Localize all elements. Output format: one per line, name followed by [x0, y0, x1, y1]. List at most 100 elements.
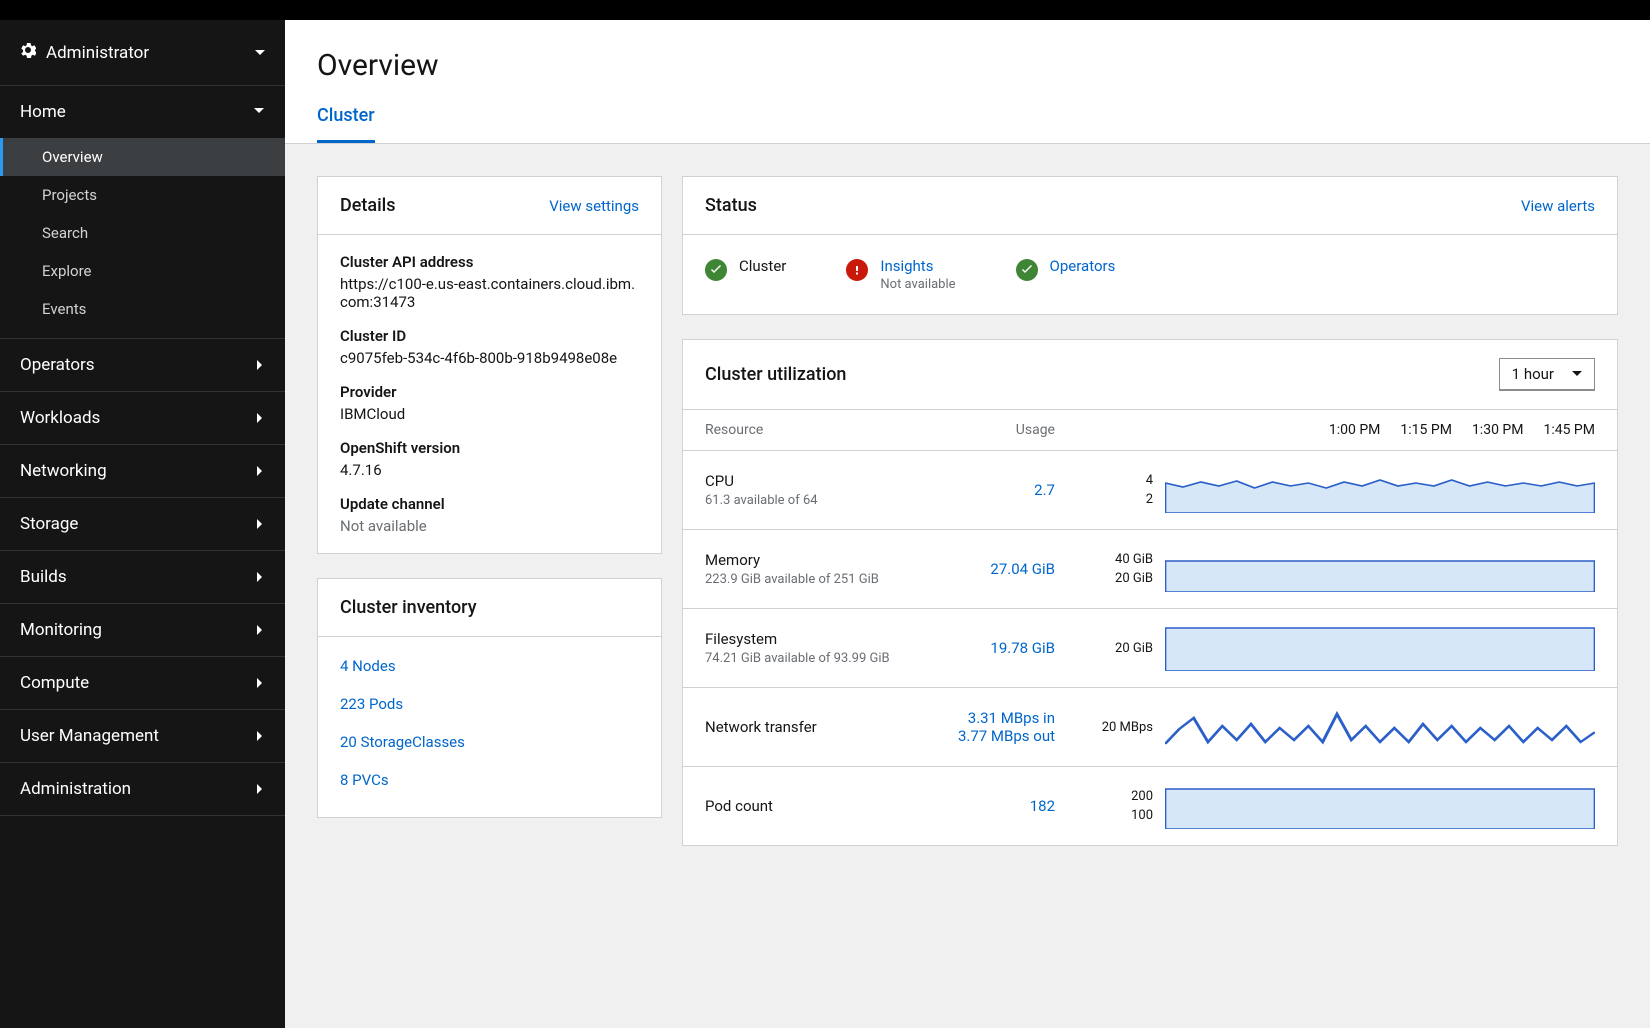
util-name: Memory	[705, 551, 955, 569]
col-usage: Usage	[955, 422, 1055, 438]
nav-section-label: Compute	[20, 673, 89, 693]
nav-item-overview[interactable]: Overview	[0, 138, 285, 176]
page-tabs: Cluster	[317, 105, 1618, 143]
status-label: Cluster	[739, 257, 786, 275]
detail-value: c9075feb-534c-4f6b-800b-918b9498e08e	[340, 349, 639, 367]
time-tick: 1:30 PM	[1472, 422, 1524, 438]
nav-section-label: Storage	[20, 514, 78, 534]
util-row-memory: Memory 223.9 GiB available of 251 GiB 27…	[683, 530, 1617, 609]
caret-down-icon	[255, 43, 265, 62]
time-tick: 1:00 PM	[1329, 422, 1381, 438]
util-row-cpu: CPU 61.3 available of 64 2.7 4 2	[683, 451, 1617, 530]
chevron-right-icon	[255, 408, 265, 428]
util-usage-memory[interactable]: 27.04 GiB	[955, 560, 1055, 578]
nav-section-label: User Management	[20, 726, 159, 746]
inventory-pods-link[interactable]: 223 Pods	[340, 685, 639, 723]
nav-item-projects[interactable]: Projects	[0, 176, 285, 214]
nav-section-user-management[interactable]: User Management	[0, 710, 285, 763]
nav-section-label: Workloads	[20, 408, 100, 428]
time-tick: 1:45 PM	[1543, 422, 1595, 438]
nav-section-storage[interactable]: Storage	[0, 498, 285, 551]
y-label: 100	[1131, 808, 1153, 823]
filesystem-sparkline	[1165, 625, 1595, 671]
util-row-podcount: Pod count 182 200 100	[683, 767, 1617, 845]
sidebar: Administrator Home Overview Projects Sea…	[0, 20, 285, 1028]
dropdown-label: 1 hour	[1512, 365, 1554, 383]
detail-label: Update channel	[340, 495, 639, 513]
nav-section-builds[interactable]: Builds	[0, 551, 285, 604]
chevron-right-icon	[255, 620, 265, 640]
chevron-right-icon	[255, 673, 265, 693]
details-card: Details View settings Cluster API addres…	[317, 176, 662, 554]
nav-section-networking[interactable]: Networking	[0, 445, 285, 498]
status-card: Status View alerts Cluster Insights	[682, 176, 1618, 315]
utilization-card: Cluster utilization 1 hour Resource Usag…	[682, 339, 1618, 846]
inventory-card: Cluster inventory 4 Nodes 223 Pods 20 St…	[317, 578, 662, 818]
util-sub: 61.3 available of 64	[705, 493, 955, 508]
detail-value: 4.7.16	[340, 461, 639, 479]
detail-label: Provider	[340, 383, 639, 401]
check-circle-icon	[705, 259, 727, 281]
time-range-dropdown[interactable]: 1 hour	[1499, 358, 1595, 391]
status-title: Status	[705, 195, 757, 216]
status-insights-link[interactable]: Insights	[880, 257, 955, 275]
util-usage-filesystem[interactable]: 19.78 GiB	[955, 639, 1055, 657]
status-item-operators: Operators	[1016, 257, 1116, 281]
inventory-storageclasses-link[interactable]: 20 StorageClasses	[340, 723, 639, 761]
tab-cluster[interactable]: Cluster	[317, 105, 375, 143]
util-name: Network transfer	[705, 718, 955, 736]
nav-item-search[interactable]: Search	[0, 214, 285, 252]
util-sub: 223.9 GiB available of 251 GiB	[705, 572, 955, 587]
y-label: 20 GiB	[1115, 641, 1153, 656]
nav-section-workloads[interactable]: Workloads	[0, 392, 285, 445]
main-content: Overview Cluster Details View settings C…	[285, 20, 1650, 1028]
nav-item-events[interactable]: Events	[0, 290, 285, 328]
col-resource: Resource	[705, 422, 955, 438]
nav-section-compute[interactable]: Compute	[0, 657, 285, 710]
chevron-right-icon	[255, 726, 265, 746]
chevron-right-icon	[255, 461, 265, 481]
nav-section-monitoring[interactable]: Monitoring	[0, 604, 285, 657]
y-label: 40 GiB	[1115, 552, 1153, 567]
inventory-pvcs-link[interactable]: 8 PVCs	[340, 761, 639, 799]
y-label: 2	[1146, 492, 1153, 507]
y-label: 20 MBps	[1102, 720, 1153, 735]
nav-section-administration[interactable]: Administration	[0, 763, 285, 816]
chevron-down-icon	[253, 102, 265, 122]
util-usage-podcount[interactable]: 182	[955, 797, 1055, 815]
network-sparkline	[1165, 704, 1595, 750]
perspective-switcher[interactable]: Administrator	[0, 20, 285, 86]
exclamation-circle-icon	[846, 259, 868, 281]
view-settings-link[interactable]: View settings	[549, 197, 639, 215]
nav-item-explore[interactable]: Explore	[0, 252, 285, 290]
y-label: 20 GiB	[1115, 571, 1153, 586]
podcount-sparkline	[1165, 783, 1595, 829]
util-usage-cpu[interactable]: 2.7	[955, 481, 1055, 499]
cpu-sparkline	[1165, 467, 1595, 513]
top-bar	[0, 0, 1650, 20]
gear-icon	[20, 42, 36, 63]
inventory-title: Cluster inventory	[340, 597, 477, 618]
chevron-right-icon	[255, 567, 265, 587]
utilization-title: Cluster utilization	[705, 364, 846, 385]
nav-section-label: Monitoring	[20, 620, 102, 640]
util-row-filesystem: Filesystem 74.21 GiB available of 93.99 …	[683, 609, 1617, 688]
nav-section-operators[interactable]: Operators	[0, 339, 285, 392]
status-item-cluster: Cluster	[705, 257, 786, 281]
perspective-label: Administrator	[46, 43, 149, 63]
view-alerts-link[interactable]: View alerts	[1521, 197, 1595, 215]
util-usage-network[interactable]: 3.31 MBps in 3.77 MBps out	[955, 709, 1055, 745]
util-row-network: Network transfer 3.31 MBps in 3.77 MBps …	[683, 688, 1617, 767]
nav-section-home[interactable]: Home	[0, 86, 285, 138]
detail-value: Not available	[340, 517, 639, 535]
nav-section-label: Home	[20, 102, 66, 122]
check-circle-icon	[1016, 259, 1038, 281]
status-operators-link[interactable]: Operators	[1050, 257, 1116, 275]
utilization-table-header: Resource Usage 1:00 PM 1:15 PM 1:30 PM 1…	[683, 410, 1617, 451]
y-label: 200	[1131, 789, 1153, 804]
inventory-nodes-link[interactable]: 4 Nodes	[340, 647, 639, 685]
nav-section-label: Networking	[20, 461, 107, 481]
details-title: Details	[340, 195, 396, 216]
net-out: 3.77 MBps out	[955, 727, 1055, 745]
detail-label: Cluster ID	[340, 327, 639, 345]
